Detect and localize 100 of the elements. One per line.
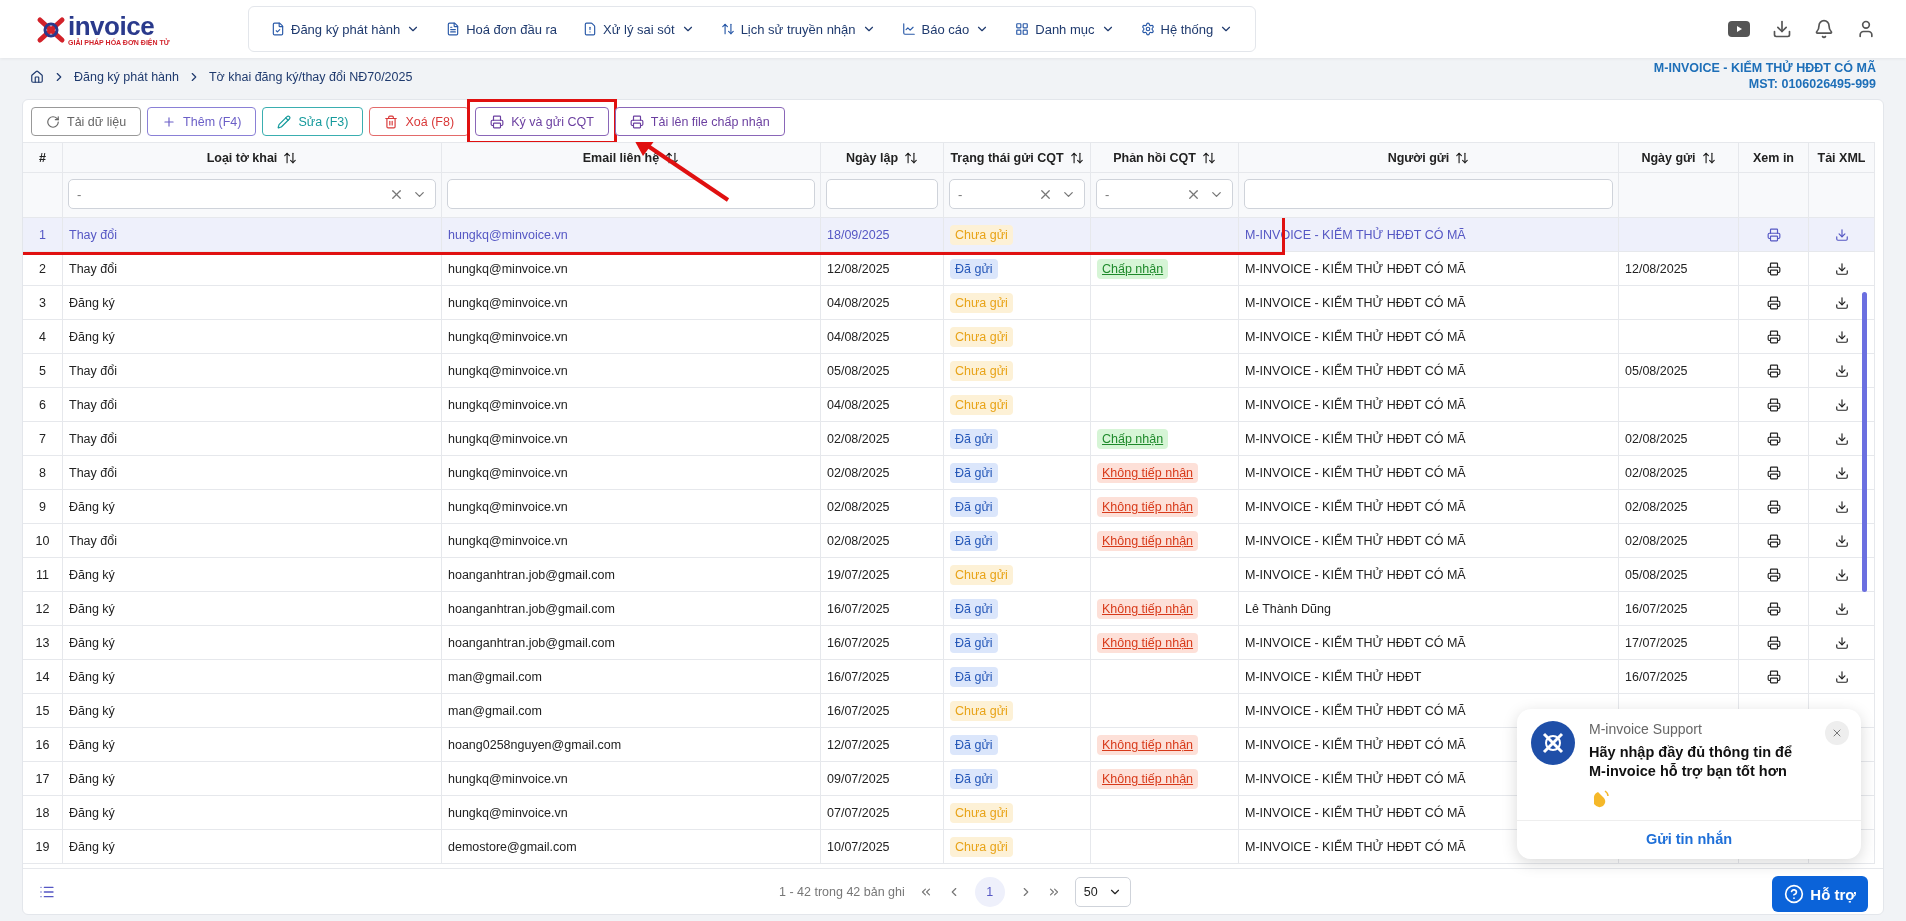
filter-select[interactable]: -: [949, 179, 1085, 209]
toolbar-button[interactable]: Tải lên file chấp nhận: [614, 107, 785, 136]
sort-icon[interactable]: [1701, 150, 1716, 165]
download-icon[interactable]: [1834, 397, 1849, 412]
nav-icon: [901, 22, 916, 36]
filter-select[interactable]: -: [1096, 179, 1233, 209]
help-button[interactable]: Hỗ trợ: [1772, 876, 1868, 912]
sort-icon[interactable]: [1455, 150, 1470, 165]
trash-icon: [384, 114, 399, 129]
toolbar-button[interactable]: Thêm (F4): [147, 107, 257, 136]
printer-icon[interactable]: [1766, 363, 1781, 378]
scrollbar[interactable]: [1862, 292, 1867, 592]
table-cell: 19/07/2025: [821, 558, 944, 592]
breadcrumb-item[interactable]: Tờ khai đăng ký/thay đổi NĐ70/2025: [208, 69, 413, 84]
nav-item[interactable]: Lịch sử truyền nhận: [710, 15, 886, 43]
printer-icon[interactable]: [1766, 329, 1781, 344]
table-cell: man@gmail.com: [442, 694, 821, 728]
bell-icon[interactable]: [1814, 19, 1834, 39]
status-badge: Đã gửi: [950, 462, 998, 483]
filter-select[interactable]: -: [68, 179, 436, 209]
column-header[interactable]: Ngày gửi: [1619, 142, 1739, 173]
download-icon[interactable]: [1834, 567, 1849, 582]
download-icon[interactable]: [1772, 19, 1792, 39]
status-badge: Đã gửi: [950, 666, 998, 687]
select-value: -: [1105, 186, 1111, 202]
response-link[interactable]: Không tiếp nhận: [1097, 632, 1199, 653]
page-size-select[interactable]: 50: [1074, 876, 1131, 907]
page-button[interactable]: 1: [974, 876, 1005, 907]
nav-icon: [1015, 22, 1030, 36]
nav-item[interactable]: Đăng ký phát hành: [261, 15, 431, 43]
download-icon[interactable]: [1834, 363, 1849, 378]
reload-icon: [46, 114, 60, 129]
download-icon[interactable]: [1834, 669, 1849, 684]
download-icon[interactable]: [1834, 533, 1849, 548]
printer-icon[interactable]: [1766, 601, 1781, 616]
toolbar-button[interactable]: Ký và gửi CQT: [475, 107, 609, 136]
response-link[interactable]: Không tiếp nhận: [1097, 598, 1199, 619]
download-icon[interactable]: [1834, 329, 1849, 344]
printer-icon[interactable]: [1766, 567, 1781, 582]
toolbar-button[interactable]: Tải dữ liệu: [31, 107, 142, 136]
column-header[interactable]: Trạng thái gửi CQT: [944, 142, 1091, 173]
column-header[interactable]: Ngày lập: [821, 142, 944, 173]
table-cell: hoang0258nguyen@gmail.com: [442, 728, 821, 762]
printer-icon[interactable]: [1766, 261, 1781, 276]
column-header[interactable]: Người gửi: [1239, 142, 1619, 173]
printer-icon[interactable]: [1766, 397, 1781, 412]
table-cell: 1: [23, 218, 63, 252]
breadcrumb-item[interactable]: Đăng ký phát hành: [74, 69, 179, 84]
download-icon[interactable]: [1834, 261, 1849, 276]
table-cell: M-INVOICE - KIỂM THỬ HĐĐT CÓ MÃ: [1239, 524, 1619, 558]
response-link[interactable]: Không tiếp nhận: [1097, 530, 1199, 551]
sort-icon[interactable]: [665, 150, 680, 165]
nav-item[interactable]: Báo cáo: [891, 15, 1000, 43]
response-link[interactable]: Không tiếp nhận: [1097, 496, 1199, 517]
toolbar-button[interactable]: Xoá (F8): [369, 107, 470, 136]
sort-icon[interactable]: [1201, 150, 1216, 165]
table-cell: 02/08/2025: [1619, 456, 1739, 490]
nav-icon: [1140, 22, 1155, 36]
response-link[interactable]: Không tiếp nhận: [1097, 734, 1199, 755]
nav-item[interactable]: Xử lý sai sót: [573, 15, 705, 43]
printer-icon[interactable]: [1766, 431, 1781, 446]
download-icon[interactable]: [1834, 465, 1849, 480]
user-icon[interactable]: [1856, 19, 1876, 39]
table-cell: M-INVOICE - KIỂM THỬ HĐĐT: [1239, 660, 1619, 694]
table-cell: Thay đổi: [63, 354, 442, 388]
filter-field[interactable]: [826, 179, 938, 209]
table-cell: man@gmail.com: [442, 660, 821, 694]
table-cell: hungkq@minvoice.vn: [442, 422, 821, 456]
sort-icon[interactable]: [904, 150, 919, 165]
filter-field[interactable]: [1244, 179, 1613, 209]
download-icon[interactable]: [1834, 431, 1849, 446]
home-icon[interactable]: [30, 69, 44, 84]
download-icon[interactable]: [1834, 499, 1849, 514]
response-link[interactable]: Chấp nhận: [1097, 428, 1169, 449]
filter-field[interactable]: [447, 179, 815, 209]
printer-icon[interactable]: [1766, 465, 1781, 480]
nav-item[interactable]: Hệ thống: [1130, 15, 1244, 43]
column-header[interactable]: Phản hồi CQT: [1091, 142, 1239, 173]
download-icon[interactable]: [1834, 295, 1849, 310]
download-icon[interactable]: [1834, 635, 1849, 650]
response-link[interactable]: Không tiếp nhận: [1097, 768, 1199, 789]
sort-icon[interactable]: [1069, 150, 1084, 165]
column-header[interactable]: Loại tờ khai: [63, 142, 442, 173]
printer-icon[interactable]: [1766, 635, 1781, 650]
printer-icon[interactable]: [1766, 669, 1781, 684]
column-header[interactable]: Email liên hệ: [442, 142, 821, 173]
table-cell: 12/08/2025: [1619, 252, 1739, 286]
response-link[interactable]: Chấp nhận: [1097, 258, 1169, 279]
video-icon[interactable]: [1728, 21, 1750, 37]
download-icon[interactable]: [1834, 601, 1849, 616]
printer-icon[interactable]: [1766, 499, 1781, 514]
status-badge: Chưa gửi: [950, 564, 1013, 585]
sort-icon[interactable]: [283, 150, 298, 165]
response-link[interactable]: Không tiếp nhận: [1097, 462, 1199, 483]
printer-icon[interactable]: [1766, 295, 1781, 310]
nav-item[interactable]: Hoá đơn đầu ra: [436, 15, 568, 43]
pencil-icon: [277, 114, 292, 129]
toolbar-button[interactable]: Sửa (F3): [262, 107, 364, 136]
nav-item[interactable]: Danh mục: [1005, 15, 1125, 43]
printer-icon[interactable]: [1766, 533, 1781, 548]
